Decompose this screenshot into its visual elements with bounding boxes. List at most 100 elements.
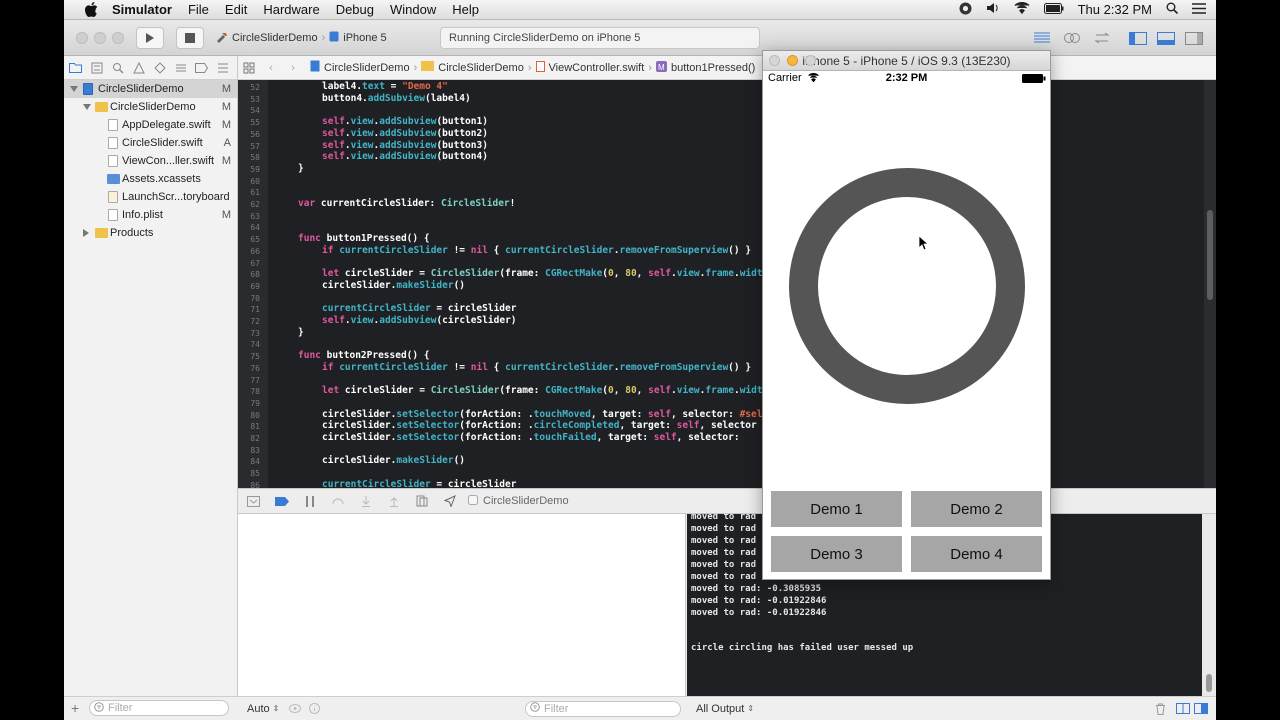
tree-item-file[interactable]: ViewCon...ller.swift M	[64, 152, 237, 170]
toggle-utilities-icon[interactable]	[1182, 27, 1206, 49]
tree-item-label: Info.plist	[122, 209, 163, 221]
output-select[interactable]: All Output ⇕	[696, 703, 754, 715]
simulator-zoom-button[interactable]	[805, 55, 816, 66]
apple-icon[interactable]	[82, 2, 100, 18]
project-navigator-icon[interactable]	[69, 62, 82, 74]
line-number: 52	[250, 83, 260, 92]
circle-slider-ring[interactable]	[789, 168, 1025, 404]
pause-icon[interactable]	[296, 495, 324, 507]
demo-2-button[interactable]: Demo 2	[911, 491, 1042, 527]
tree-item-file[interactable]: LaunchScr...toryboard	[64, 188, 237, 206]
menu-hardware[interactable]: Hardware	[263, 2, 319, 17]
code-line: button4.addSubview(label4)	[322, 92, 471, 104]
tree-item-file[interactable]: Assets.xcassets	[64, 170, 237, 188]
menu-edit[interactable]: Edit	[225, 2, 247, 17]
toggle-navigator-icon[interactable]	[1126, 27, 1150, 49]
standard-editor-icon[interactable]	[1030, 27, 1054, 49]
filter-icon	[94, 701, 104, 715]
line-number: 85	[250, 469, 260, 479]
variables-view[interactable]	[238, 514, 686, 696]
step-into-icon[interactable]	[352, 495, 380, 507]
disclosure-open-icon[interactable]	[83, 104, 91, 110]
jump-project[interactable]: CircleSliderDemo	[310, 60, 410, 75]
jump-group[interactable]: CircleSliderDemo	[421, 61, 524, 74]
jump-file[interactable]: ViewController.swift	[535, 60, 644, 75]
menu-clock[interactable]: Thu 2:32 PM	[1078, 2, 1152, 17]
zoom-window-button[interactable]	[112, 32, 124, 44]
battery-icon[interactable]	[1043, 2, 1064, 17]
volume-icon[interactable]	[986, 2, 1000, 17]
tree-item-project[interactable]: CircleSliderDemo M	[64, 80, 237, 98]
simulate-location-icon[interactable]	[436, 495, 464, 507]
test-navigator-icon[interactable]	[153, 61, 166, 74]
wifi-icon[interactable]	[1014, 1, 1030, 17]
tree-item-group[interactable]: CircleSliderDemo M	[64, 98, 237, 116]
issue-navigator-icon[interactable]	[132, 61, 145, 74]
simulator-minimize-button[interactable]	[787, 55, 798, 66]
record-icon[interactable]	[959, 2, 972, 18]
editor-scroll-thumb[interactable]	[1207, 210, 1213, 300]
console-scrollbar[interactable]	[1202, 514, 1216, 696]
split-view-icon[interactable]	[1176, 703, 1190, 714]
tree-item-file[interactable]: AppDelegate.swift M	[64, 116, 237, 134]
line-number: 71	[250, 305, 260, 315]
assistant-editor-icon[interactable]	[1060, 27, 1084, 49]
step-out-icon[interactable]	[380, 496, 408, 507]
console-line: moved to rad	[691, 560, 757, 570]
menu-debug[interactable]: Debug	[336, 2, 374, 17]
demo-3-button[interactable]: Demo 3	[771, 536, 902, 572]
debug-navigator-icon[interactable]	[174, 62, 187, 74]
demo-1-button[interactable]: Demo 1	[771, 491, 902, 527]
menu-app[interactable]: Simulator	[112, 2, 172, 17]
forward-icon[interactable]: ›	[282, 62, 304, 74]
tree-item-status: A	[223, 137, 231, 149]
disclosure-closed-icon[interactable]	[83, 229, 89, 237]
notification-center-icon[interactable]	[1192, 2, 1206, 17]
simulator-close-button[interactable]	[769, 55, 780, 66]
report-navigator-icon[interactable]	[216, 62, 229, 74]
scheme-selector[interactable]: CircleSliderDemo › iPhone 5	[216, 27, 392, 49]
spotlight-search-icon[interactable]	[1166, 2, 1179, 17]
menu-file[interactable]: File	[188, 2, 209, 17]
jump-group-label: CircleSliderDemo	[438, 61, 524, 74]
disclosure-open-icon[interactable]	[70, 86, 78, 92]
variables-filter-input[interactable]: Filter	[525, 700, 681, 717]
code-editor[interactable]: 52 53 54 55 56 57 58 59 60 61 62 63 64 6…	[238, 80, 1204, 488]
close-window-button[interactable]	[76, 32, 88, 44]
back-icon[interactable]: ‹	[260, 62, 282, 74]
menu-help[interactable]: Help	[452, 2, 479, 17]
related-items-icon[interactable]	[238, 62, 260, 74]
console-only-icon[interactable]	[1194, 703, 1208, 714]
quick-look-icon[interactable]	[289, 704, 302, 713]
tree-item-file[interactable]: Info.plist M	[64, 206, 237, 224]
info-icon[interactable]	[309, 703, 321, 714]
version-editor-icon[interactable]	[1090, 27, 1114, 49]
tree-item-file[interactable]: CircleSlider.swift A	[64, 134, 237, 152]
jump-method[interactable]: M button1Pressed()	[655, 60, 755, 75]
navigator-filter-input[interactable]: Filter	[89, 700, 229, 716]
minimize-window-button[interactable]	[94, 32, 106, 44]
trash-icon[interactable]	[1155, 703, 1166, 715]
console-scroll-thumb[interactable]	[1206, 674, 1212, 692]
symbol-navigator-icon[interactable]	[90, 62, 103, 74]
tree-item-group[interactable]: Products	[64, 224, 237, 242]
demo-4-button[interactable]: Demo 4	[911, 536, 1042, 572]
editor-scrollbar[interactable]	[1204, 80, 1216, 488]
breakpoint-navigator-icon[interactable]	[195, 62, 208, 74]
circle-slider[interactable]	[789, 168, 1025, 404]
add-icon[interactable]: +	[71, 700, 79, 716]
line-number: 68	[250, 270, 260, 280]
stop-button[interactable]	[176, 27, 204, 49]
hide-debug-area-icon[interactable]	[238, 495, 268, 507]
view-hierarchy-icon[interactable]	[408, 495, 436, 507]
breakpoints-toggle-icon[interactable]	[268, 496, 296, 506]
run-button[interactable]	[136, 27, 164, 49]
find-navigator-icon[interactable]	[111, 62, 124, 74]
debug-target[interactable]: CircleSliderDemo	[468, 494, 569, 508]
toggle-debug-area-icon[interactable]	[1154, 27, 1178, 49]
menu-window[interactable]: Window	[390, 2, 436, 17]
scope-select[interactable]: Auto ⇕	[247, 703, 279, 715]
tree-item-status: M	[221, 209, 231, 221]
step-over-icon[interactable]	[324, 496, 352, 506]
ios-status-bar: Carrier 2:32 PM	[763, 71, 1050, 87]
